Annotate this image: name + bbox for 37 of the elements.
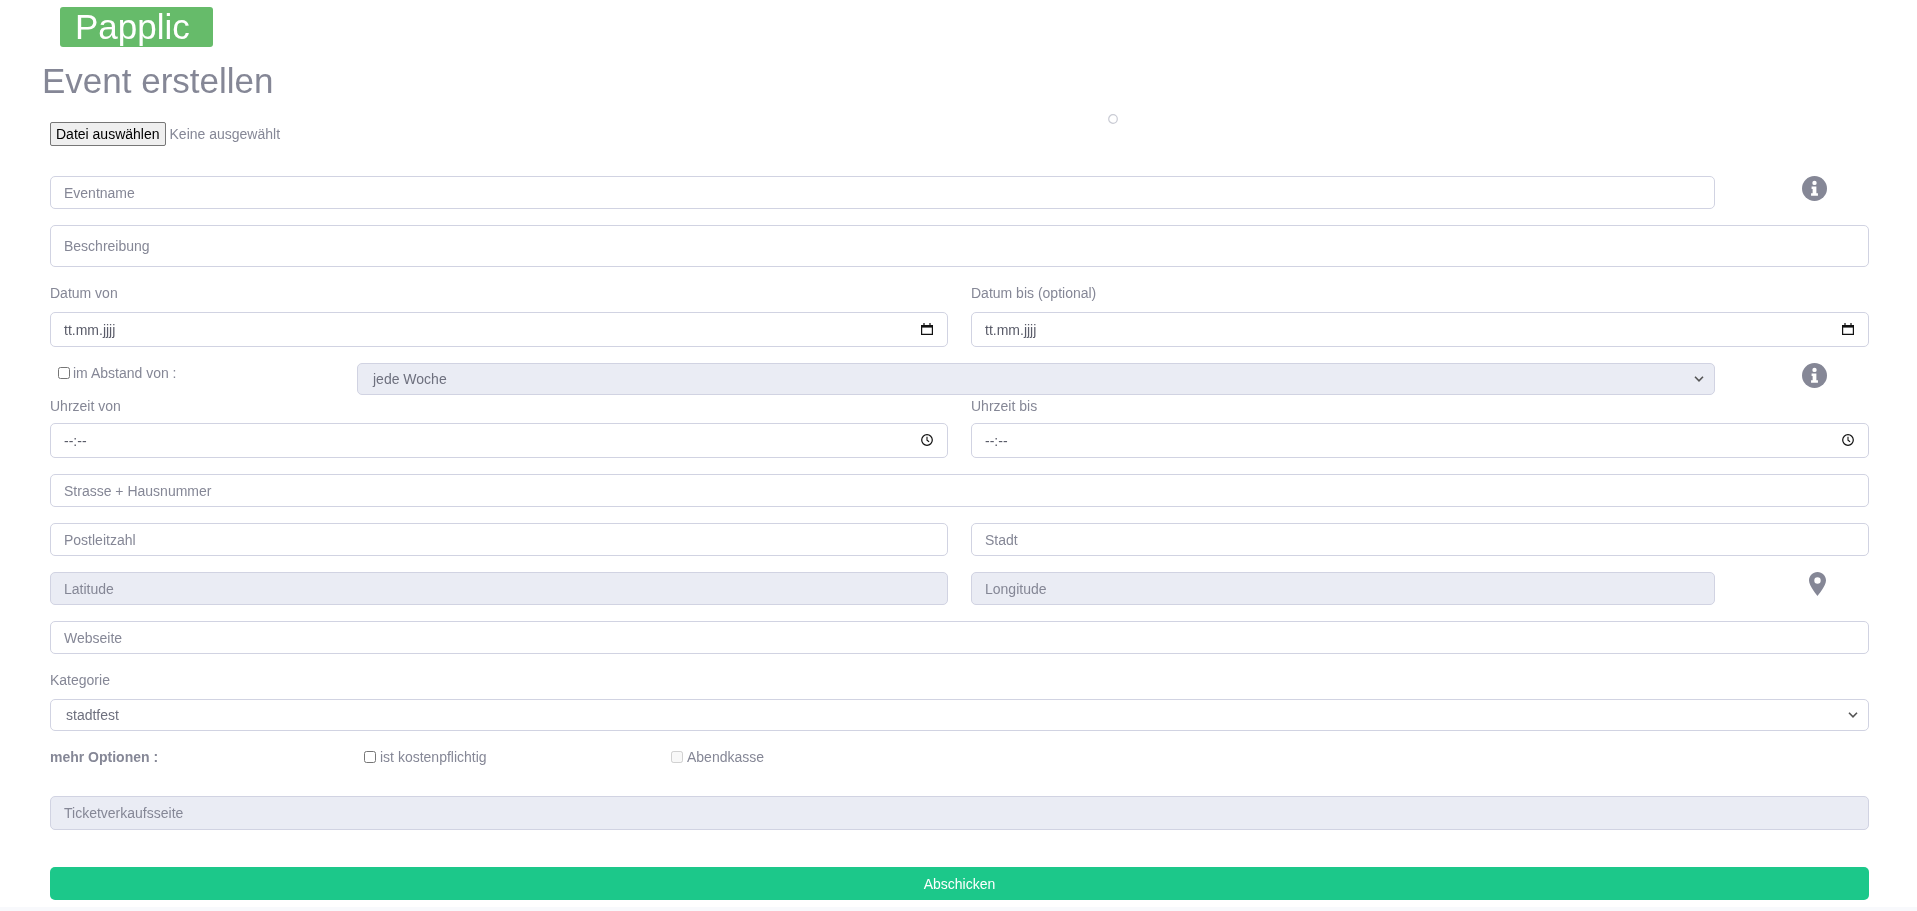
submit-button[interactable]: Abschicken bbox=[50, 867, 1869, 900]
field-label: Kategorie bbox=[50, 671, 110, 690]
field-label: Uhrzeit von bbox=[50, 397, 121, 416]
chevron-down-icon bbox=[1848, 712, 1858, 718]
file-choose-button[interactable]: Datei auswählen bbox=[50, 122, 166, 146]
section-label: mehr Optionen : bbox=[50, 748, 159, 767]
checkbox-label: im Abstand von : bbox=[73, 364, 177, 383]
info-icon[interactable] bbox=[1802, 176, 1827, 201]
date-field[interactable]: tt.mm.jjjj bbox=[50, 312, 948, 347]
website-field[interactable]: Webseite bbox=[50, 621, 1869, 654]
logo[interactable]: Papplic bbox=[60, 7, 213, 47]
event-name-field[interactable]: Eventname bbox=[50, 176, 1715, 209]
postal-code-field[interactable]: Postleitzahl bbox=[50, 523, 948, 556]
category-select[interactable]: stadtfest bbox=[50, 699, 1869, 731]
date-field[interactable]: tt.mm.jjjj bbox=[971, 312, 1869, 347]
info-icon[interactable] bbox=[1802, 363, 1827, 388]
calendar-icon[interactable] bbox=[921, 323, 933, 335]
file-status-text: Keine ausgewählt bbox=[169, 125, 281, 144]
clock-icon[interactable] bbox=[1842, 434, 1854, 446]
clock-icon[interactable] bbox=[921, 434, 933, 446]
ring-icon bbox=[1108, 114, 1118, 124]
description-field[interactable]: Beschreibung bbox=[50, 225, 1869, 267]
city-field[interactable]: Stadt bbox=[971, 523, 1869, 556]
map-pin-icon[interactable] bbox=[1809, 572, 1826, 596]
chevron-down-icon bbox=[1694, 376, 1704, 382]
time-field[interactable]: --:-- bbox=[971, 423, 1869, 458]
checkbox-label: ist kostenpflichtig bbox=[380, 748, 487, 767]
calendar-icon[interactable] bbox=[1842, 323, 1854, 335]
time-field[interactable]: --:-- bbox=[50, 423, 948, 458]
checkbox-label: Abendkasse bbox=[687, 748, 765, 767]
field-label: Datum bis (optional) bbox=[971, 284, 1097, 303]
field-label: Uhrzeit bis bbox=[971, 397, 1038, 416]
field-label: Datum von bbox=[50, 284, 118, 303]
repeat-checkbox[interactable] bbox=[58, 367, 70, 379]
option-checkbox[interactable] bbox=[364, 751, 376, 763]
page-title: Event erstellen bbox=[42, 60, 274, 102]
street-field[interactable]: Strasse + Hausnummer bbox=[50, 474, 1869, 507]
